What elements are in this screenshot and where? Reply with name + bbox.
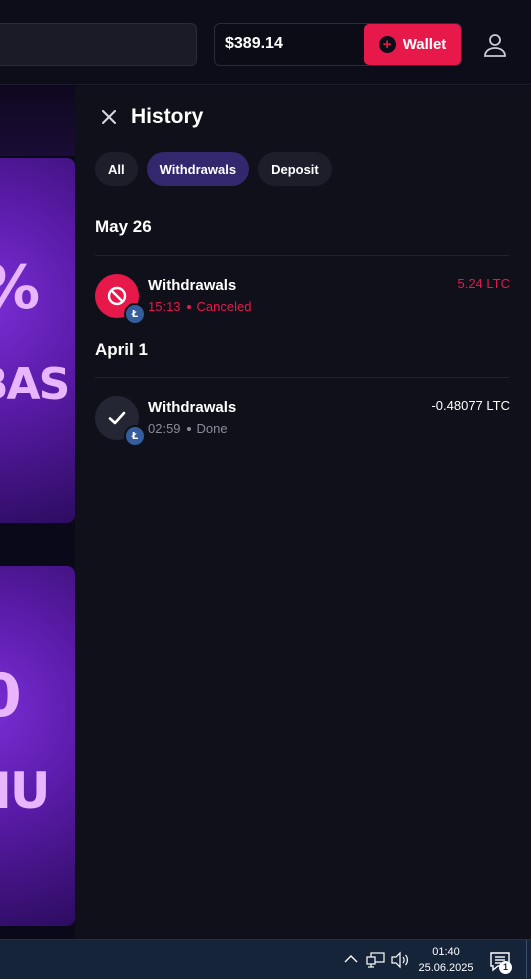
transaction-title: Withdrawals	[148, 277, 237, 294]
promo-card-cashback[interactable]: % BAS	[0, 158, 75, 523]
divider	[95, 377, 509, 378]
checkmark-icon	[108, 411, 126, 425]
tab-label: Withdrawals	[159, 161, 237, 177]
history-panel: History All Withdrawals Deposit May 26 Ł…	[75, 86, 531, 939]
wallet-label: Wallet	[402, 36, 447, 53]
date-heading: May 26	[95, 217, 152, 236]
promo-text: %	[0, 258, 40, 318]
tab-all[interactable]: All	[95, 152, 138, 186]
date-heading: April 1	[95, 340, 148, 359]
clock-time: 01:40	[432, 946, 460, 958]
tab-deposit[interactable]: Deposit	[258, 152, 332, 186]
wallet-button[interactable]: + Wallet	[364, 24, 461, 65]
volume-icon[interactable]	[390, 951, 410, 969]
taskbar: 01:40 25.06.2025 1	[0, 939, 531, 979]
transaction-title: Withdrawals	[148, 399, 237, 416]
network-icon[interactable]	[366, 951, 386, 969]
clock[interactable]: 01:40 25.06.2025	[418, 944, 474, 976]
transaction-meta: 15:13 Canceled	[148, 299, 251, 314]
balance-amount: $389.14	[225, 35, 283, 52]
tab-label: All	[108, 161, 125, 177]
chevron-up-icon[interactable]	[344, 954, 358, 964]
transaction-time: 02:59	[148, 421, 181, 436]
transaction-meta: 02:59 Done	[148, 421, 228, 436]
top-bar: $389.14 + Wallet	[0, 0, 531, 85]
plus-icon: +	[378, 36, 396, 53]
litecoin-icon: Ł	[124, 303, 146, 325]
panel-title: History	[131, 105, 204, 128]
filter-tabs: All Withdrawals Deposit	[95, 152, 332, 186]
tab-withdrawals[interactable]: Withdrawals	[146, 152, 250, 186]
litecoin-icon: Ł	[124, 425, 146, 447]
show-desktop-button[interactable]	[526, 940, 527, 979]
notification-badge: 1	[499, 961, 512, 974]
canceled-icon	[107, 286, 127, 306]
search-input[interactable]	[0, 23, 197, 66]
transaction-time: 15:13	[148, 299, 181, 314]
clock-date: 25.06.2025	[418, 962, 474, 974]
transaction-row[interactable]: Ł Withdrawals 15:13 Canceled 5.24 LTC	[95, 274, 510, 325]
transaction-amount: -0.48077 LTC	[431, 398, 510, 413]
separator-dot	[186, 426, 191, 431]
tab-label: Deposit	[271, 161, 319, 177]
transaction-row[interactable]: Ł Withdrawals 02:59 Done -0.48077 LTC	[95, 396, 510, 447]
close-icon[interactable]	[102, 110, 116, 124]
promo-text: NU	[0, 762, 50, 820]
promo-strip	[0, 86, 75, 156]
divider	[95, 255, 509, 256]
separator-dot	[186, 304, 191, 309]
promo-banner-area: % BAS 0 NU	[0, 86, 75, 939]
promo-text: 0	[0, 666, 22, 726]
transaction-status: Canceled	[196, 299, 252, 314]
user-icon[interactable]	[483, 32, 507, 58]
transaction-status: Done	[196, 421, 228, 436]
transaction-amount: 5.24 LTC	[457, 276, 510, 291]
promo-card-bonus[interactable]: 0 NU	[0, 566, 75, 926]
promo-text: BAS	[0, 359, 70, 410]
